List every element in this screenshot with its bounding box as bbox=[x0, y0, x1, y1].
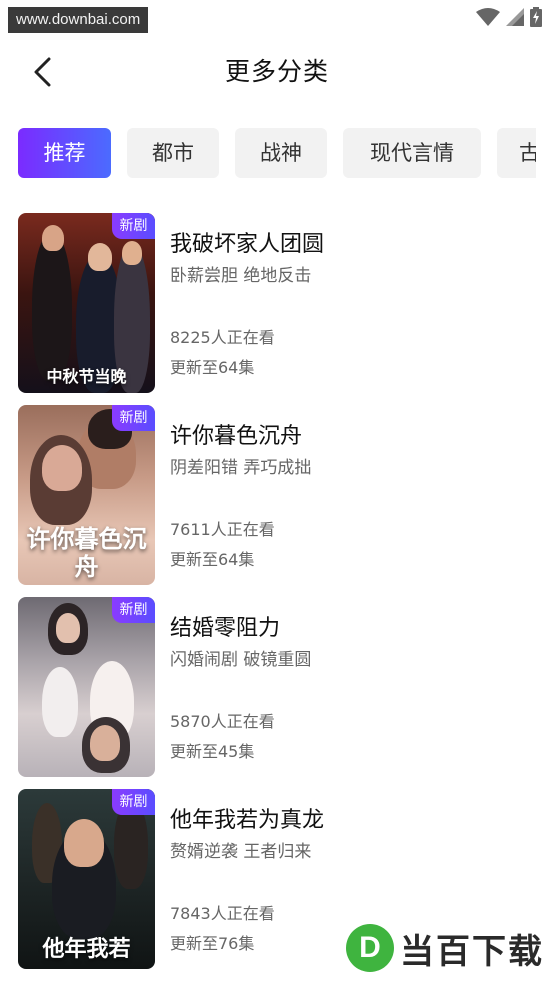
category-tabs: 推荐 都市 战神 现代言情 古 bbox=[18, 128, 536, 178]
tab-ancient[interactable]: 古 bbox=[497, 128, 536, 178]
poster-image[interactable]: 许你暮色沉舟 新剧 bbox=[18, 405, 155, 585]
page-title: 更多分类 bbox=[224, 57, 329, 86]
list-item[interactable]: 中秋节当晚 新剧 我破坏家人团圆 卧薪尝胆 绝地反击 8225人正在看 更新至6… bbox=[18, 213, 538, 405]
poster-caption: 他年我若 bbox=[42, 936, 131, 962]
drama-tags: 闪婚闹剧 破镜重圆 bbox=[170, 650, 312, 670]
poster-caption: 中秋节当晚 bbox=[46, 367, 127, 386]
tab-modern-romance[interactable]: 现代言情 bbox=[343, 128, 481, 178]
status-bar: www.downbai.com bbox=[0, 0, 554, 34]
poster-image[interactable]: 新剧 bbox=[18, 597, 155, 777]
wifi-icon bbox=[476, 8, 500, 26]
battery-charging-icon bbox=[530, 7, 542, 27]
viewer-count: 8225人正在看 bbox=[170, 328, 275, 347]
list-item[interactable]: 新剧 结婚零阻力 闪婚闹剧 破镜重圆 5870人正在看 更新至45集 bbox=[18, 597, 538, 789]
drama-tags: 赘婿逆袭 王者归来 bbox=[170, 842, 312, 862]
list-item[interactable]: 许你暮色沉舟 新剧 许你暮色沉舟 阴差阳错 弄巧成拙 7611人正在看 更新至6… bbox=[18, 405, 538, 597]
watermark-logo: D 当百下载 bbox=[346, 924, 544, 972]
drama-title: 许你暮色沉舟 bbox=[170, 424, 303, 449]
status-icons bbox=[476, 7, 542, 27]
viewer-count: 7843人正在看 bbox=[170, 904, 275, 923]
tab-recommended[interactable]: 推荐 bbox=[18, 128, 111, 178]
new-badge: 新剧 bbox=[112, 597, 155, 623]
drama-title: 我破坏家人团圆 bbox=[170, 232, 325, 257]
tab-war-god[interactable]: 战神 bbox=[235, 128, 327, 178]
viewer-count: 7611人正在看 bbox=[170, 520, 275, 539]
header: 更多分类 bbox=[0, 44, 554, 100]
poster-image[interactable]: 他年我若 新剧 bbox=[18, 789, 155, 969]
poster-caption: 许你暮色沉舟 bbox=[26, 524, 147, 581]
drama-title: 他年我若为真龙 bbox=[170, 808, 325, 833]
tab-urban[interactable]: 都市 bbox=[127, 128, 219, 178]
drama-title: 结婚零阻力 bbox=[170, 616, 281, 641]
new-badge: 新剧 bbox=[112, 789, 155, 815]
new-badge: 新剧 bbox=[112, 405, 155, 431]
episode-update: 更新至45集 bbox=[170, 742, 255, 761]
drama-tags: 阴差阳错 弄巧成拙 bbox=[170, 458, 312, 478]
episode-update: 更新至64集 bbox=[170, 358, 255, 377]
drama-tags: 卧薪尝胆 绝地反击 bbox=[170, 266, 312, 286]
watermark-logo-mark: D bbox=[346, 924, 394, 972]
watermark-logo-text: 当百下载 bbox=[400, 931, 544, 972]
poster-image[interactable]: 中秋节当晚 新剧 bbox=[18, 213, 155, 393]
drama-list: 中秋节当晚 新剧 我破坏家人团圆 卧薪尝胆 绝地反击 8225人正在看 更新至6… bbox=[18, 213, 538, 981]
viewer-count: 5870人正在看 bbox=[170, 712, 275, 731]
episode-update: 更新至76集 bbox=[170, 934, 255, 953]
episode-update: 更新至64集 bbox=[170, 550, 255, 569]
new-badge: 新剧 bbox=[112, 213, 155, 239]
watermark-url: www.downbai.com bbox=[8, 7, 149, 33]
cellular-signal-icon bbox=[506, 8, 524, 26]
